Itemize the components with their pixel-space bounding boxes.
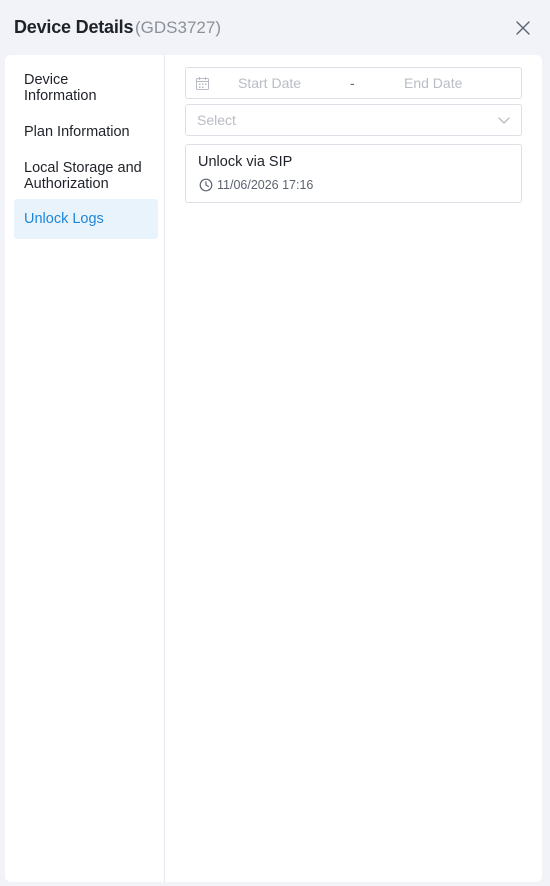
log-entry-title: Unlock via SIP: [198, 154, 293, 170]
close-icon[interactable]: [514, 19, 532, 37]
log-entry[interactable]: Unlock via SIP 11/06/2026 17:16: [185, 144, 522, 203]
sidebar-item-device-information[interactable]: Device Information: [14, 72, 158, 106]
details-panel: Device Information Plan Information Loca…: [5, 55, 542, 882]
start-date-input[interactable]: Start Date: [238, 75, 301, 91]
sidebar-item-plan-information[interactable]: Plan Information: [14, 124, 158, 140]
page-title: Device Details: [14, 17, 134, 37]
select-placeholder: Select: [197, 112, 236, 128]
device-model-label: (GDS3727): [135, 18, 221, 37]
chevron-down-icon: [498, 117, 510, 124]
sidebar: Device Information Plan Information Loca…: [5, 55, 165, 882]
sidebar-item-local-storage[interactable]: Local Storage and Authorization: [14, 160, 158, 194]
clock-icon: [199, 178, 213, 192]
calendar-icon: [196, 77, 209, 90]
log-entry-time: 11/06/2026 17:16: [217, 178, 314, 192]
sidebar-item-unlock-logs[interactable]: Unlock Logs: [14, 199, 158, 239]
date-separator: -: [350, 75, 355, 91]
date-range-picker[interactable]: Start Date - End Date: [185, 67, 522, 99]
log-type-select[interactable]: Select: [185, 104, 522, 136]
end-date-input[interactable]: End Date: [404, 75, 462, 91]
dialog-header: Device Details (GDS3727): [0, 0, 550, 55]
